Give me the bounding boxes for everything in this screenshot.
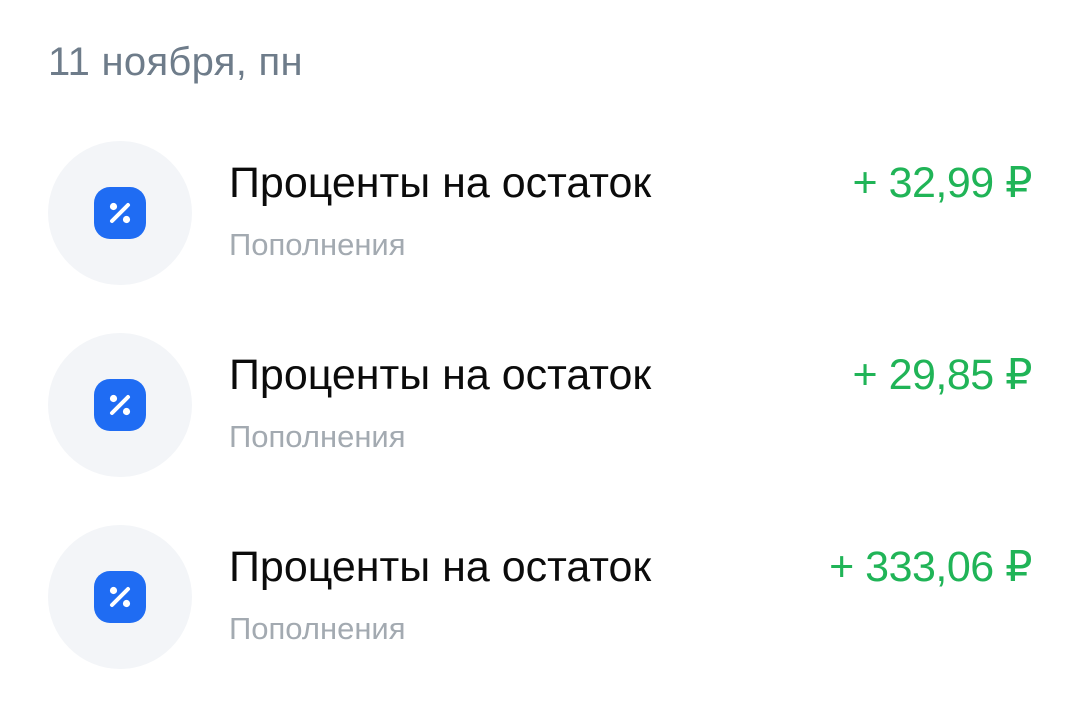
transaction-category: Пополнения (229, 419, 406, 454)
transaction-item[interactable]: Проценты на остаток Пополнения + 333,06 … (0, 525, 1080, 669)
transaction-avatar (48, 525, 192, 669)
transaction-title: Проценты на остаток (229, 159, 652, 207)
transaction-title: Проценты на остаток (229, 351, 652, 399)
date-header: 11 ноября, пн (48, 40, 303, 84)
transaction-amount: + 32,99 ₽ (852, 159, 1033, 207)
transaction-avatar (48, 141, 192, 285)
transaction-item[interactable]: Проценты на остаток Пополнения + 29,85 ₽ (0, 333, 1080, 477)
percent-icon (94, 571, 146, 623)
transactions-screen: 11 ноября, пн Проценты на остаток Пополн… (0, 0, 1080, 712)
transaction-title: Проценты на остаток (229, 543, 652, 591)
transaction-amount: + 29,85 ₽ (852, 351, 1033, 399)
transaction-amount: + 333,06 ₽ (829, 543, 1032, 591)
percent-icon (94, 379, 146, 431)
transaction-category: Пополнения (229, 611, 406, 646)
percent-icon (94, 187, 146, 239)
transaction-item[interactable]: Проценты на остаток Пополнения + 32,99 ₽ (0, 141, 1080, 285)
transaction-category: Пополнения (229, 227, 406, 262)
transaction-avatar (48, 333, 192, 477)
